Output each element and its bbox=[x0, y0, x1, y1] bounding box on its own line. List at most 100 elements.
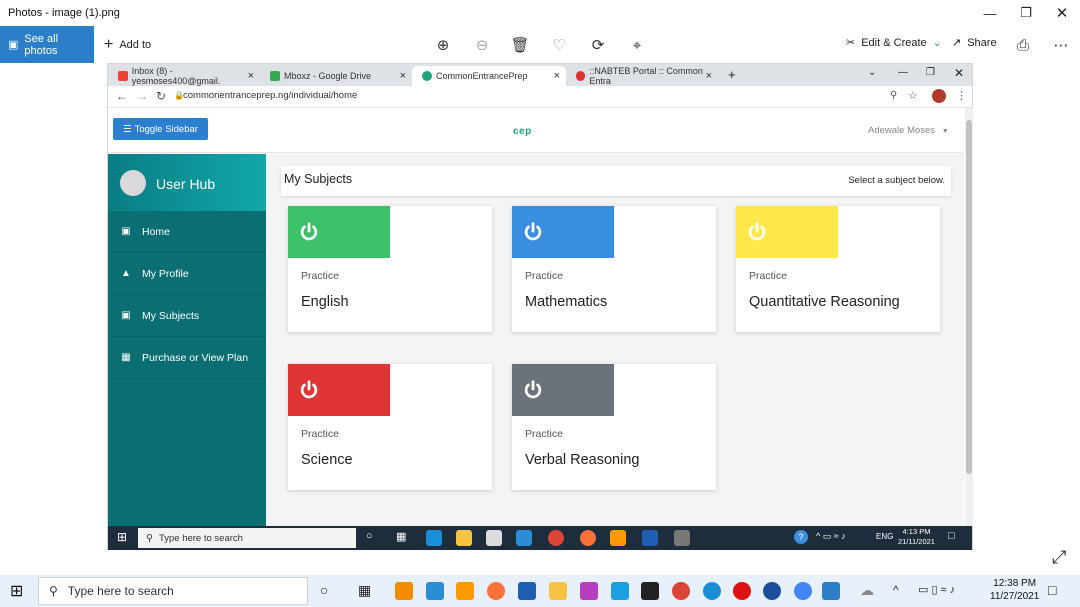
sublime-icon[interactable] bbox=[610, 530, 626, 546]
toggle-sidebar-button[interactable]: ☰ Toggle Sidebar bbox=[113, 118, 208, 140]
system-clock[interactable]: 12:38 PM 11/27/2021 bbox=[990, 577, 1039, 603]
tray-chevron-icon[interactable]: ^ bbox=[893, 583, 899, 597]
subject-band bbox=[288, 206, 390, 258]
edge-icon[interactable] bbox=[426, 530, 442, 546]
subject-card-science[interactable]: Practice Science bbox=[288, 364, 492, 490]
zoom-in-icon[interactable]: ⊕ bbox=[433, 35, 453, 55]
calculator-icon[interactable] bbox=[674, 530, 690, 546]
new-tab-icon[interactable]: + bbox=[728, 67, 736, 82]
cortana-icon[interactable]: ○ bbox=[366, 530, 382, 546]
vlc-icon[interactable] bbox=[395, 582, 413, 600]
forward-icon[interactable]: → bbox=[136, 89, 148, 103]
chrome-icon[interactable] bbox=[672, 582, 690, 600]
language-indicator[interactable]: ENG bbox=[876, 532, 893, 541]
sublime-icon[interactable] bbox=[456, 582, 474, 600]
maps-icon[interactable] bbox=[642, 530, 658, 546]
delete-icon[interactable]: 🗑 bbox=[510, 35, 530, 55]
close-tab-icon[interactable]: × bbox=[706, 70, 712, 82]
edge-icon[interactable] bbox=[703, 582, 721, 600]
close-tab-icon[interactable]: × bbox=[554, 70, 560, 82]
zoom-out-icon[interactable]: ⊖ bbox=[472, 35, 492, 55]
sidebar-item-my-subjects[interactable]: ▣ My Subjects bbox=[108, 295, 266, 337]
maximize-button[interactable]: ❐ bbox=[1008, 0, 1044, 26]
tab-gmail[interactable]: Inbox (8) - yesmoses400@gmail. × bbox=[108, 66, 260, 86]
nabteb-icon bbox=[576, 71, 586, 81]
chrome-minimize-button[interactable]: — bbox=[898, 67, 908, 78]
inner-search-box[interactable]: ⚲ Type here to search bbox=[138, 528, 356, 548]
tab-drive[interactable]: Mboxz - Google Drive × bbox=[260, 66, 412, 86]
mail-icon[interactable] bbox=[426, 582, 444, 600]
notification-icon[interactable]: □ bbox=[1048, 582, 1056, 598]
subject-card-verbal-reasoning[interactable]: Practice Verbal Reasoning bbox=[512, 364, 716, 490]
key-icon[interactable]: ⚲ bbox=[890, 90, 897, 101]
power-icon bbox=[300, 380, 318, 399]
task-view-icon[interactable]: ▦ bbox=[358, 582, 376, 600]
user-menu[interactable]: Adewale Moses ▼ bbox=[868, 125, 949, 136]
reload-icon[interactable]: ↻ bbox=[156, 89, 166, 103]
url-field[interactable]: commonentranceprep.ng/individual/home bbox=[183, 90, 357, 101]
cep-logo[interactable]: cep bbox=[513, 126, 532, 137]
scrollbar-thumb[interactable] bbox=[966, 120, 972, 474]
profile-avatar[interactable] bbox=[932, 89, 946, 103]
more-icon[interactable]: ⋯ bbox=[1051, 35, 1071, 55]
add-to-button[interactable]: + Add to bbox=[104, 36, 151, 54]
wordpress-icon[interactable] bbox=[763, 582, 781, 600]
task-view-icon[interactable]: ▦ bbox=[396, 530, 412, 546]
star-icon[interactable]: ☆ bbox=[908, 89, 918, 102]
cortana-icon[interactable]: ○ bbox=[320, 582, 338, 600]
minimize-button[interactable]: — bbox=[972, 0, 1008, 26]
photos-icon[interactable] bbox=[822, 582, 840, 600]
sidebar-item-home[interactable]: ▣ Home bbox=[108, 211, 266, 253]
close-tab-icon[interactable]: × bbox=[400, 70, 406, 82]
firefox-icon[interactable] bbox=[580, 530, 596, 546]
power-icon bbox=[524, 222, 542, 241]
favorite-icon[interactable]: ♡ bbox=[549, 35, 569, 55]
subject-card-quantitative-reasoning[interactable]: Practice Quantitative Reasoning bbox=[736, 206, 940, 332]
firefox-icon[interactable] bbox=[487, 582, 505, 600]
notification-icon[interactable]: □ bbox=[948, 530, 955, 542]
home-icon: ▣ bbox=[121, 226, 131, 237]
menu-icon[interactable]: ⋮ bbox=[956, 89, 967, 102]
store-icon[interactable] bbox=[486, 530, 502, 546]
maps-icon[interactable] bbox=[518, 582, 536, 600]
subject-card-english[interactable]: Practice English bbox=[288, 206, 492, 332]
chrome-icon[interactable] bbox=[548, 530, 564, 546]
close-tab-icon[interactable]: × bbox=[248, 70, 254, 82]
toggle-sidebar-label: Toggle Sidebar bbox=[134, 123, 198, 135]
edit-create-button[interactable]: ✂ Edit & Create ⌄ bbox=[846, 36, 942, 50]
photos-titlebar: Photos - image (1).png — ❐ ✕ bbox=[0, 0, 1080, 26]
windows-start-icon[interactable]: ⊞ bbox=[10, 581, 23, 601]
expand-icon[interactable]: ⤢ bbox=[1052, 547, 1066, 568]
chrome-close-button[interactable]: ✕ bbox=[954, 66, 964, 80]
print-icon[interactable]: ⎙ bbox=[1013, 35, 1033, 55]
rotate-icon[interactable]: ⟳ bbox=[588, 35, 608, 55]
taskbar-search-box[interactable]: ⚲ Type here to search bbox=[38, 577, 308, 605]
windows-start-icon[interactable]: ⊞ bbox=[117, 530, 127, 544]
subject-card-mathematics[interactable]: Practice Mathematics bbox=[512, 206, 716, 332]
see-all-photos-button[interactable]: ▣ See all photos bbox=[0, 26, 94, 63]
tray-icons[interactable]: ^ ▭ ≈ ♪ bbox=[816, 531, 846, 542]
chrome-restore-button[interactable]: ❐ bbox=[926, 67, 935, 78]
skype-icon[interactable] bbox=[611, 582, 629, 600]
tray-icons[interactable]: ▭ ▯ ≈ ♪ bbox=[918, 583, 955, 596]
help-icon[interactable]: ? bbox=[794, 530, 808, 544]
share-button[interactable]: ↗ Share bbox=[952, 36, 997, 50]
terminal-icon[interactable] bbox=[641, 582, 659, 600]
tab-search-icon[interactable]: ⌄ bbox=[868, 67, 876, 78]
sidebar-item-my-profile[interactable]: ▲ My Profile bbox=[108, 253, 266, 295]
back-icon[interactable]: ← bbox=[116, 89, 128, 103]
mail-icon[interactable] bbox=[516, 530, 532, 546]
file-explorer-icon[interactable] bbox=[549, 582, 567, 600]
file-explorer-icon[interactable] bbox=[456, 530, 472, 546]
chrome-profile-icon[interactable] bbox=[794, 582, 812, 600]
crop-icon[interactable]: ⌖ bbox=[627, 35, 647, 55]
opera-icon[interactable] bbox=[733, 582, 751, 600]
tab-cep[interactable]: CommonEntrancePrep × bbox=[412, 66, 566, 86]
close-button[interactable]: ✕ bbox=[1044, 0, 1080, 26]
sidebar-item-purchase-plan[interactable]: ▦ Purchase or View Plan bbox=[108, 337, 266, 379]
page-scrollbar[interactable] bbox=[965, 108, 973, 526]
inner-clock[interactable]: 4:13 PM 21/11/2021 bbox=[898, 527, 935, 547]
cloud-icon[interactable]: ☁ bbox=[860, 582, 878, 600]
app-icon[interactable] bbox=[580, 582, 598, 600]
tab-nabteb[interactable]: ::NABTEB Portal :: Common Entra × bbox=[566, 66, 718, 86]
